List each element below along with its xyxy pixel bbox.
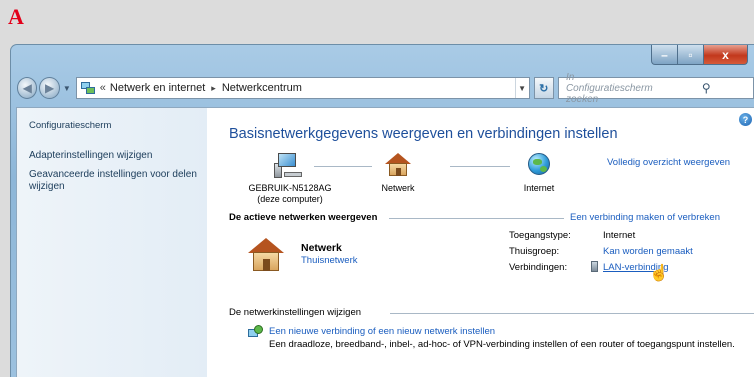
new-connection-description: Een draadloze, breedband-, inbel-, ad-ho… xyxy=(269,339,735,350)
search-icon[interactable]: ⚲ xyxy=(659,81,753,95)
connect-disconnect-link[interactable]: Een verbinding maken of verbreken xyxy=(570,212,720,223)
network-line xyxy=(450,166,510,167)
address-dropdown[interactable]: ▼ xyxy=(514,78,529,98)
sidebar: Configuratiescherm Adapterinstellingen w… xyxy=(17,108,207,377)
hand-cursor-icon: ☝ xyxy=(649,265,669,282)
navigation-bar: ◀ ▶ ▼ « Netwerk en internet ▸ Netwerkcen… xyxy=(11,69,754,107)
computer-label: GEBRUIK-N5128AG (deze computer) xyxy=(246,183,334,205)
network-node-label: Netwerk xyxy=(381,183,415,193)
network-name: Netwerk xyxy=(301,242,342,254)
network-line xyxy=(314,166,372,167)
active-networks-heading: De actieve netwerken weergeven xyxy=(229,212,378,223)
internet-node-label: Internet xyxy=(523,183,555,193)
globe-icon[interactable] xyxy=(528,153,550,175)
minimize-button[interactable]: – xyxy=(651,45,678,65)
back-button[interactable]: ◀ xyxy=(17,77,38,99)
full-map-link[interactable]: Volledig overzicht weergeven xyxy=(607,157,730,168)
refresh-icon: ↻ xyxy=(539,82,549,95)
recent-pages-dropdown[interactable]: ▼ xyxy=(63,84,71,93)
house-icon[interactable] xyxy=(385,153,411,177)
forward-arrow-icon: ▶ xyxy=(45,81,55,95)
computer-icon[interactable] xyxy=(274,153,304,179)
panel-letter: A xyxy=(8,4,24,29)
sidebar-item-adapter-settings[interactable]: Adapterinstellingen wijzigen xyxy=(29,150,201,162)
breadcrumb-separator[interactable]: ▸ xyxy=(211,83,216,94)
section-divider xyxy=(390,313,754,314)
new-connection-link[interactable]: Een nieuwe verbinding of een nieuw netwe… xyxy=(269,326,495,337)
network-type-link[interactable]: Thuisnetwerk xyxy=(301,255,358,266)
window-controls: – ▫ x xyxy=(651,45,748,65)
maximize-button[interactable]: ▫ xyxy=(678,45,704,65)
chevron-down-icon: ▼ xyxy=(518,83,526,93)
main-panel: ? Basisnetwerkgegevens weergeven en verb… xyxy=(218,108,754,377)
house-icon xyxy=(248,238,284,272)
section-divider xyxy=(389,218,564,219)
refresh-button[interactable]: ↻ xyxy=(533,77,554,99)
computer-name: GEBRUIK-N5128AG xyxy=(248,183,332,193)
homegroup-link[interactable]: Kan worden gemaakt xyxy=(603,246,693,257)
network-center-icon xyxy=(80,81,95,95)
close-button[interactable]: x xyxy=(704,45,748,65)
breadcrumb-network-center[interactable]: Netwerkcentrum xyxy=(222,82,302,94)
access-type-label: Toegangstype: xyxy=(509,230,571,241)
page-title: Basisnetwerkgegevens weergeven en verbin… xyxy=(229,126,618,142)
computer-note: (deze computer) xyxy=(257,194,323,204)
help-icon[interactable]: ? xyxy=(739,113,752,126)
address-bar[interactable]: « Netwerk en internet ▸ Netwerkcentrum ▼ xyxy=(75,77,530,99)
control-panel-window: – ▫ x ◀ ▶ ▼ « Netwerk en internet ▸ Netw… xyxy=(10,44,754,377)
search-input[interactable]: In Configuratiescherm zoeken ⚲ xyxy=(557,72,754,105)
address-overflow-chevron[interactable]: « xyxy=(100,82,106,94)
back-arrow-icon: ◀ xyxy=(22,81,32,95)
lan-connection-icon xyxy=(591,261,598,272)
connections-label: Verbindingen: xyxy=(509,262,568,273)
content-area: Configuratiescherm Adapterinstellingen w… xyxy=(16,107,754,377)
network-setup-icon xyxy=(248,325,264,341)
homegroup-label: Thuisgroep: xyxy=(509,246,560,257)
sidebar-home-link[interactable]: Configuratiescherm xyxy=(29,120,207,131)
sidebar-item-advanced-sharing[interactable]: Geavanceerde instellingen voor delen wij… xyxy=(29,169,201,193)
chevron-down-icon: ▼ xyxy=(62,83,71,93)
forward-button[interactable]: ▶ xyxy=(39,77,60,99)
access-type-value: Internet xyxy=(603,230,636,241)
change-settings-heading: De netwerkinstellingen wijzigen xyxy=(229,307,362,318)
search-placeholder: In Configuratiescherm zoeken xyxy=(565,71,653,105)
breadcrumb-network-internet[interactable]: Netwerk en internet xyxy=(110,82,205,94)
